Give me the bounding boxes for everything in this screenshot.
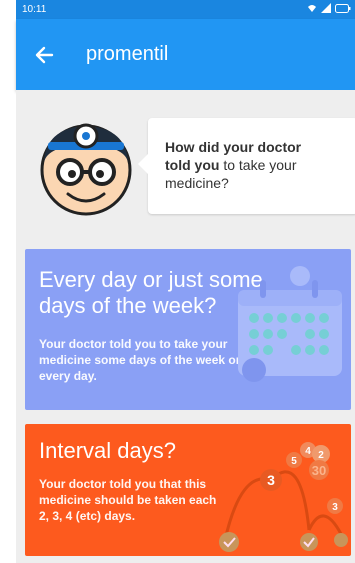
interval-number-2: 2 (318, 450, 324, 461)
interval-number-4: 4 (305, 446, 311, 457)
weekly-card-description: Your doctor told you to take your medici… (39, 337, 241, 383)
doctor-avatar-icon (40, 123, 132, 216)
interval-number-3b: 3 (332, 502, 338, 513)
speech-bubble: How did your doctor told you to take you… (138, 118, 355, 214)
interval-number-5: 5 (291, 456, 297, 467)
calendar-icon (238, 266, 342, 382)
interval-days-card[interactable]: Interval days? Your doctor told you that… (25, 424, 351, 556)
weekly-schedule-card[interactable]: Every day or just some days of the week?… (25, 249, 351, 410)
main-content: How did your doctor told you to take you… (16, 90, 355, 563)
interval-card-description: Your doctor told you that this medicine … (39, 477, 217, 523)
status-time: 10:11 (22, 4, 47, 15)
interval-number-3: 3 (267, 472, 275, 488)
interval-illustration-icon: 3 5 4 2 30 3 (219, 442, 348, 552)
signal-icon (321, 3, 331, 13)
status-bar: 10:11 (16, 0, 355, 19)
app-title: promentil (86, 43, 169, 65)
interval-number-30: 30 (312, 463, 326, 478)
app-bar: promentil (16, 19, 355, 90)
arrow-back-icon[interactable] (28, 39, 60, 71)
wifi-icon (308, 5, 316, 12)
interval-card-title: Interval days? (39, 438, 176, 463)
battery-icon (335, 3, 351, 13)
status-icons (307, 3, 351, 13)
bubble-question: How did your doctor told you to take you… (165, 138, 320, 192)
